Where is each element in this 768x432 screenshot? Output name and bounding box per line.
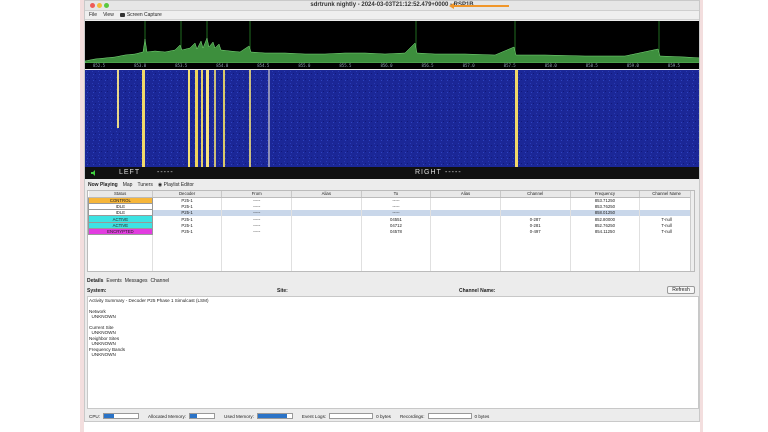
main-tabs: Now Playing Map Tuners ◉ Playlist Editor [85,180,699,189]
empty-cell [221,266,293,271]
event-logs-label: Event Logs: [301,413,327,419]
empty-cell [152,266,223,271]
background-edge-right [700,0,703,432]
status-bar: CPU: Allocated Memory: Used Memory: Even… [85,410,699,421]
empty-cell [291,266,362,271]
site-label: Site: [277,287,288,294]
details-tabs: Details Events Messages Channel [87,277,699,285]
used-memory-label: Used Memory: [224,413,254,419]
tab-events[interactable]: Events [106,278,121,284]
frequency-tick: 854.0 [216,63,229,68]
left-channel-label: LEFT [119,169,141,176]
activity-summary-text: Activity Summary - Decoder P25 Phase 1 S… [87,296,699,409]
empty-cell [639,266,694,271]
frequency-tick: 857.5 [503,63,516,68]
allocated-memory-meter [189,413,216,419]
frequency-tick: 857.0 [462,63,475,68]
app-window: sdrtrunk nightly - 2024-03-03T21:12:52.4… [84,0,700,422]
allocated-memory-meter-fill [190,414,198,418]
menu-bar: File View Screen Capture [85,11,699,20]
frequency-tick: 853.0 [134,63,147,68]
frequency-tick: 855.0 [298,63,311,68]
outer-margin-right [700,0,768,432]
menu-file[interactable]: File [89,12,97,18]
empty-row [88,266,694,271]
recordings-label: Recordings: [399,413,425,419]
frequency-axis: 852.5 853.0 853.5 854.0 854.5 855.0 855.5 856.0… [85,63,699,69]
used-memory-meter-fill [257,414,287,418]
frequency-tick: 853.5 [175,63,188,68]
frequency-tick: 856.5 [421,63,434,68]
audio-panel: LEFT ----- RIGHT ----- [85,167,699,179]
tab-now-playing[interactable]: Now Playing [88,182,118,188]
cpu-meter-fill [103,414,115,418]
recordings-value: 0 bytes [474,413,490,419]
frequency-tick: 854.5 [257,63,270,68]
title-bar: sdrtrunk nightly - 2024-03-03T21:12:52.4… [85,1,699,11]
outer-margin-left [0,0,84,432]
annotation-arrow-shaft [453,5,509,7]
empty-cell [500,266,571,271]
camera-icon [119,12,125,17]
used-memory-meter [256,413,293,419]
refresh-button[interactable]: Refresh [667,286,695,294]
frequency-tick: 859.0 [626,63,639,68]
frequency-tick: 859.5 [667,63,680,68]
frequency-tick: 856.0 [380,63,393,68]
frequency-tick: 852.5 [93,63,106,68]
tab-playlist-editor[interactable]: ◉ Playlist Editor [158,182,194,188]
tab-details[interactable]: Details [87,278,103,284]
cpu-meter [102,413,139,419]
event-logs-meter [329,413,374,419]
details-header: System: Site: Channel Name: Refresh [87,286,697,295]
frequency-tick: 858.0 [544,63,557,68]
menu-screen-capture-label: Screen Capture [126,12,162,18]
tab-messages[interactable]: Messages [125,278,148,284]
empty-cell [430,266,501,271]
system-label: System: [87,287,107,294]
tab-tuners[interactable]: Tuners [137,182,152,188]
spectrum-display[interactable] [85,21,700,63]
right-channel-label: RIGHT [415,169,442,176]
event-logs-value: 0 bytes [376,413,391,419]
speaker-icon[interactable] [91,170,97,176]
left-channel-value: ----- [157,169,174,176]
channel-name-label: Channel Name: [459,287,496,294]
tab-channel[interactable]: Channel [151,278,170,284]
calls-table-container: Status Decoder From Alias To Alias Channel Freq… [87,190,695,272]
tab-playlist-editor-label: Playlist Editor [163,181,194,188]
frequency-tick: 858.5 [585,63,598,68]
menu-view[interactable]: View [103,12,114,18]
cpu-label: CPU: [89,413,100,419]
calls-table: Status Decoder From Alias To Alias Channel Freq… [88,191,694,271]
recordings-meter [427,413,472,419]
table-scrollbar[interactable] [690,191,694,271]
empty-cell [88,266,153,271]
tab-map[interactable]: Map [123,182,133,188]
menu-screen-capture[interactable]: Screen Capture [119,12,162,18]
window-title: sdrtrunk nightly - 2024-03-03T21:12:52.4… [310,2,474,8]
empty-cell [570,266,641,271]
empty-cell [361,266,432,271]
allocated-memory-label: Allocated Memory: [147,413,187,419]
waterfall-display[interactable] [85,70,700,167]
right-channel-value: ----- [445,169,462,176]
frequency-tick: 855.5 [339,63,352,68]
